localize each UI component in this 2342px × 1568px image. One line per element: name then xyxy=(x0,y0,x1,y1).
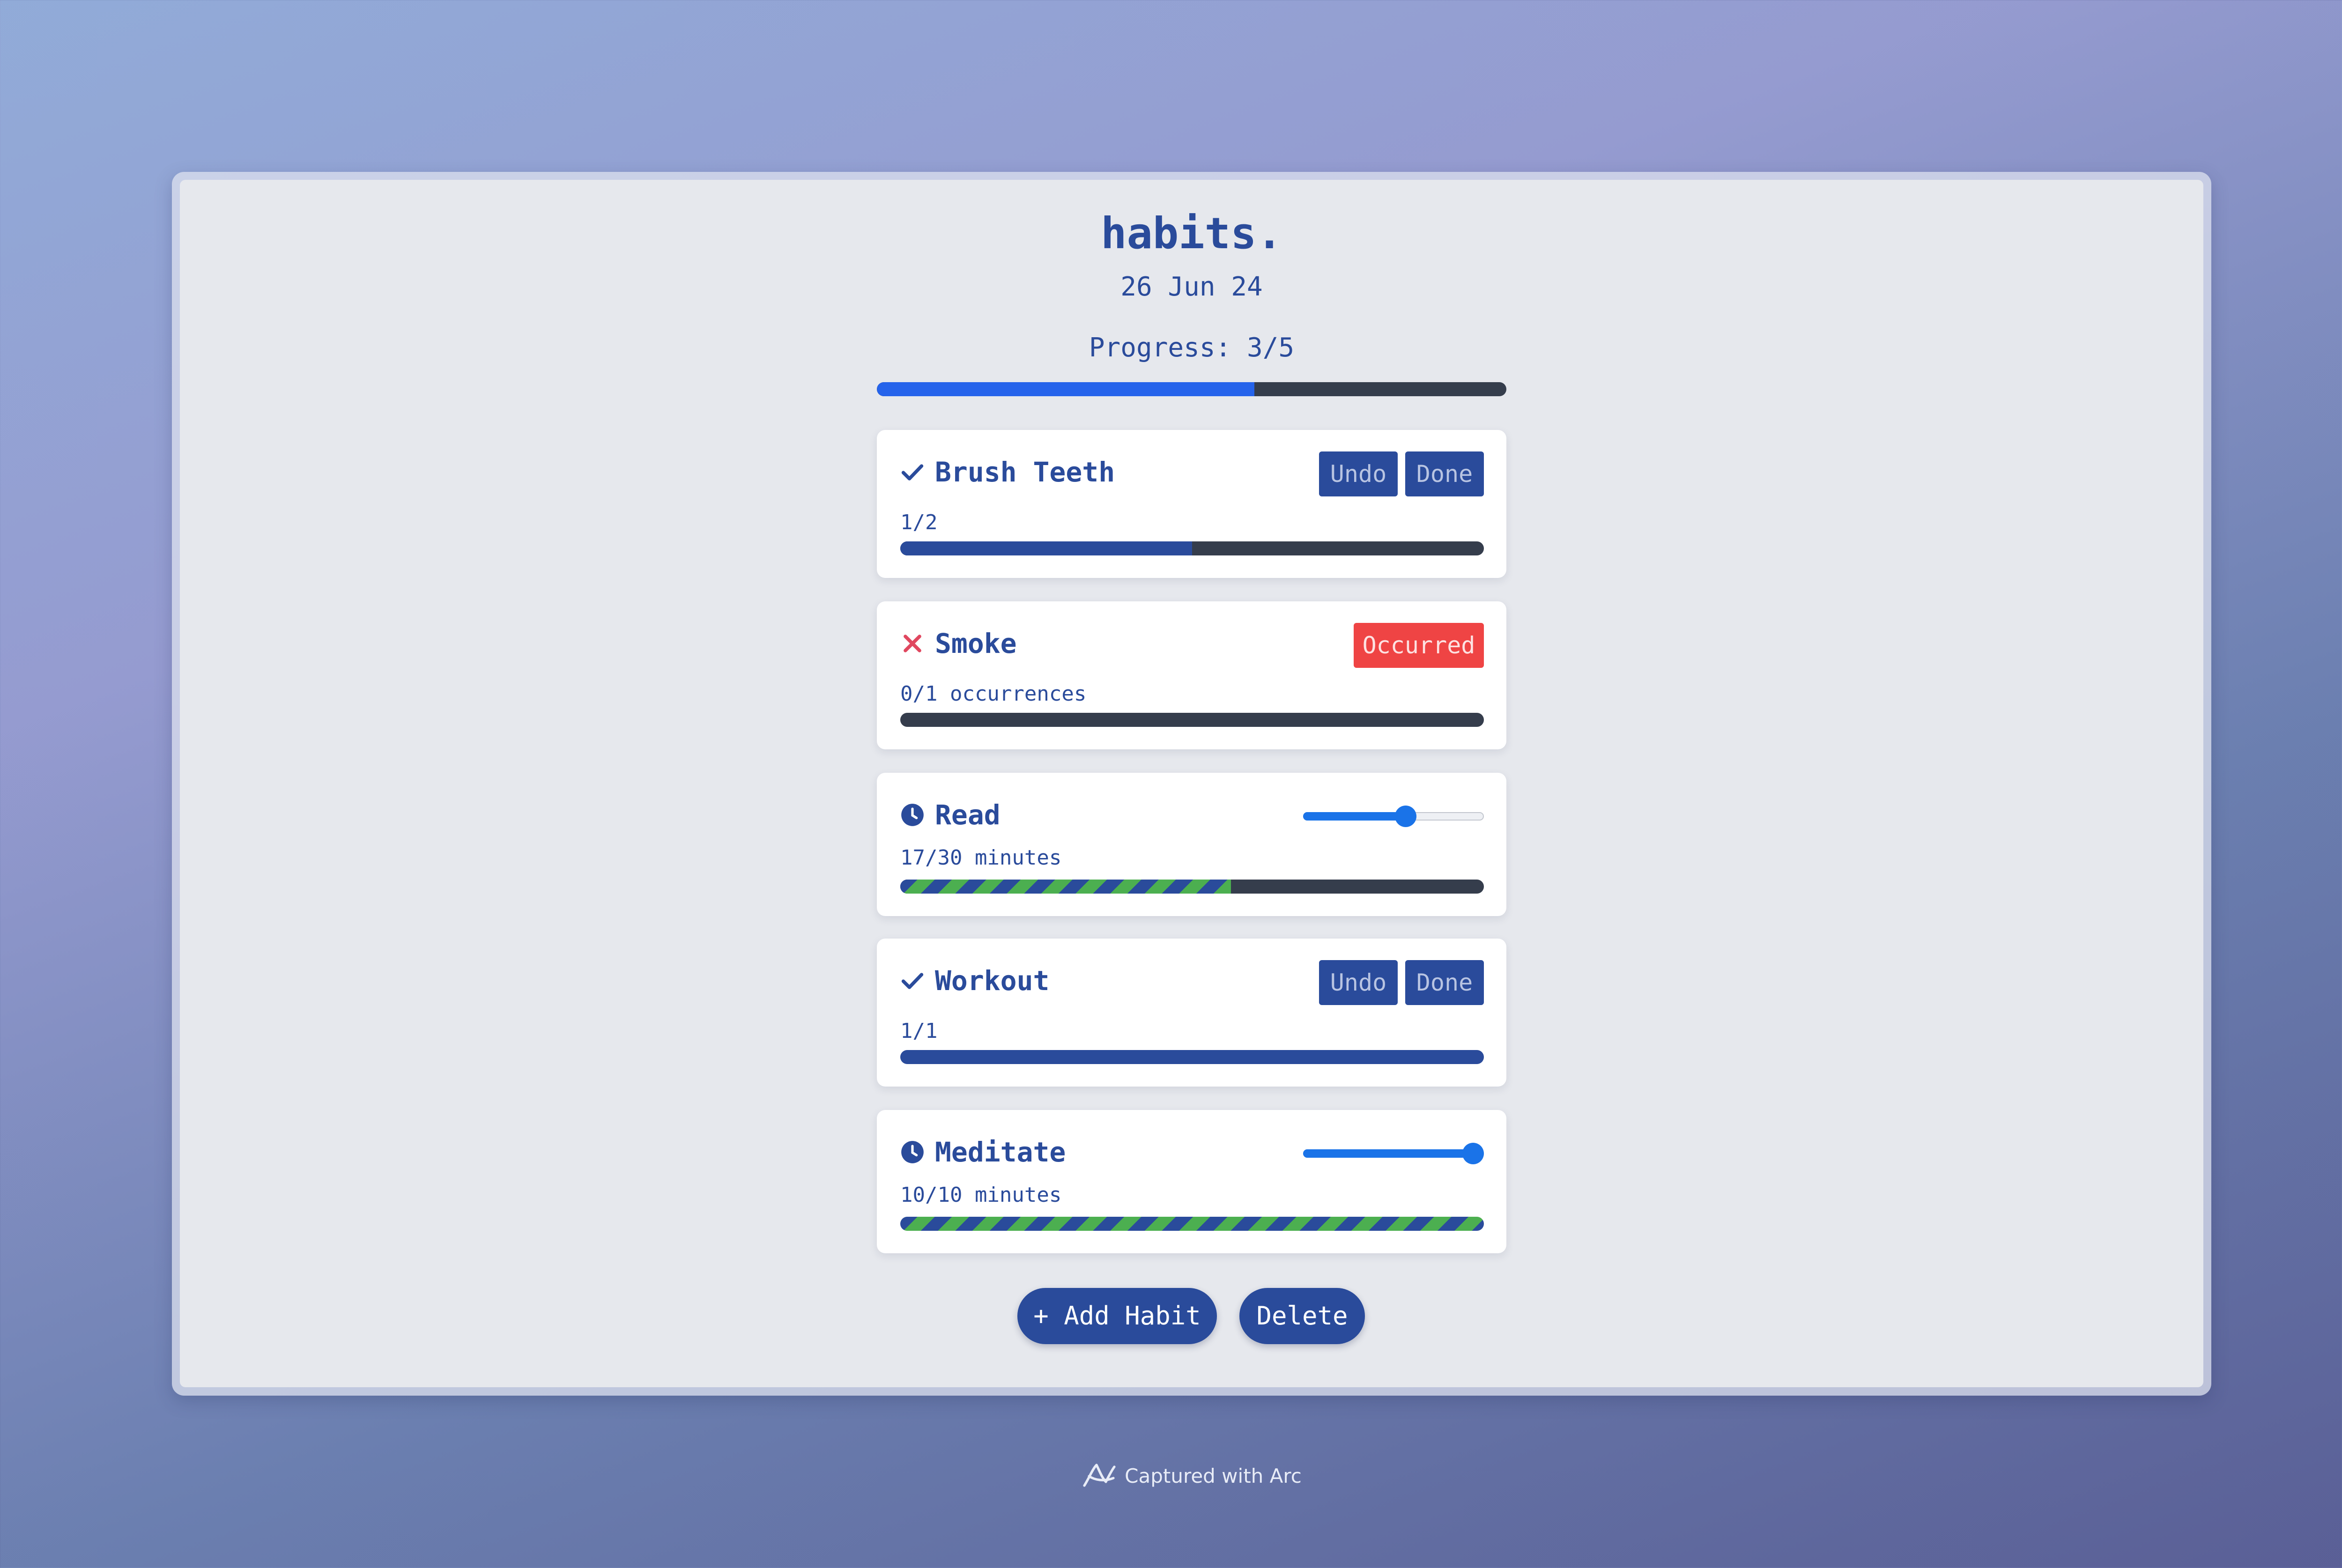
habit-progress-text: 10/10 minutes xyxy=(900,1183,1062,1207)
habit-card-workout: Workout Undo Done 1/1 xyxy=(877,939,1506,1087)
habit-progress-fill xyxy=(900,1217,1484,1231)
undo-button[interactable]: Undo xyxy=(1319,960,1398,1005)
habit-progress-bar xyxy=(900,1050,1484,1064)
slider-fill xyxy=(1303,812,1406,821)
habit-progress-fill xyxy=(900,541,1192,555)
arc-logo-icon xyxy=(1083,1464,1116,1487)
habit-name: Workout xyxy=(935,965,1050,997)
habit-progress-text: 17/30 minutes xyxy=(900,846,1062,870)
delete-button[interactable]: Delete xyxy=(1239,1288,1365,1344)
clock-icon xyxy=(901,804,924,826)
habit-progress-text: 0/1 occurrences xyxy=(900,682,1087,706)
habit-name: Read xyxy=(935,799,1001,831)
habit-card-meditate: Meditate 10/10 minutes xyxy=(877,1110,1506,1253)
habit-name: Smoke xyxy=(935,628,1017,659)
habit-progress-bar xyxy=(900,541,1484,555)
done-button[interactable]: Done xyxy=(1405,451,1484,496)
slider-fill xyxy=(1303,1149,1473,1158)
capture-footer: Captured with Arc xyxy=(0,1461,2342,1490)
cross-icon xyxy=(904,635,921,652)
add-habit-button[interactable]: + Add Habit xyxy=(1017,1288,1217,1344)
habit-card-smoke: Smoke Occurred 0/1 occurrences xyxy=(877,601,1506,749)
undo-button[interactable]: Undo xyxy=(1319,451,1398,496)
check-icon xyxy=(901,973,924,989)
page-title: habits. xyxy=(1101,208,1282,259)
habit-progress-text: 1/1 xyxy=(900,1019,938,1043)
habit-name: Meditate xyxy=(935,1136,1066,1168)
overall-progress-fill xyxy=(877,382,1255,396)
overall-progress-bar xyxy=(877,382,1506,396)
habit-progress-bar xyxy=(900,713,1484,727)
habit-name: Brush Teeth xyxy=(935,456,1115,488)
slider-thumb[interactable] xyxy=(1394,806,1416,827)
habit-progress-bar xyxy=(900,1217,1484,1231)
habit-title-row: Brush Teeth xyxy=(900,456,1115,488)
done-button[interactable]: Done xyxy=(1405,960,1484,1005)
check-icon xyxy=(901,464,924,481)
habit-title-row: Read xyxy=(900,799,1001,831)
duration-slider[interactable] xyxy=(1303,806,1484,827)
overall-progress-label: Progress: 3/5 xyxy=(1089,333,1295,363)
clock-icon xyxy=(901,1141,924,1163)
app-container: habits. 26 Jun 24 Progress: 3/5 Brush Te… xyxy=(180,180,2203,1387)
habit-card-read: Read 17/30 minutes xyxy=(877,773,1506,916)
habit-title-row: Workout xyxy=(900,965,1049,997)
habit-progress-bar xyxy=(900,880,1484,894)
occurred-button[interactable]: Occurred xyxy=(1354,623,1484,668)
footer-text: Captured with Arc xyxy=(1125,1464,1302,1487)
slider-thumb[interactable] xyxy=(1462,1143,1484,1164)
habit-title-row: Meditate xyxy=(900,1136,1066,1168)
habit-title-row: Smoke xyxy=(900,628,1017,659)
habit-progress-fill xyxy=(900,1050,1484,1064)
habit-progress-fill xyxy=(900,880,1231,894)
duration-slider[interactable] xyxy=(1303,1143,1484,1164)
habit-card-brush-teeth: Brush Teeth Undo Done 1/2 xyxy=(877,430,1506,578)
current-date: 26 Jun 24 xyxy=(1120,272,1263,302)
habit-progress-text: 1/2 xyxy=(900,510,938,534)
